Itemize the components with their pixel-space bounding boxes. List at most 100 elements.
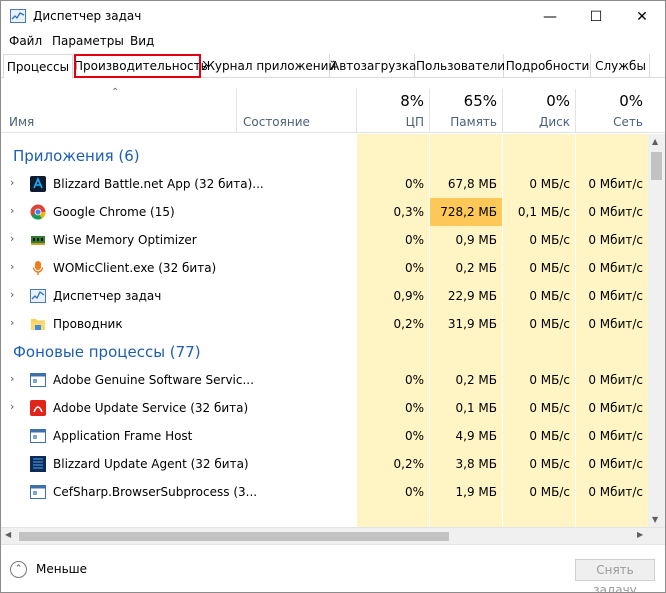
memory-value: 0,2 МБ — [455, 261, 497, 275]
blizzard-agent-icon — [30, 456, 46, 472]
process-row[interactable]: Application Frame Host 0% 4,9 МБ 0 МБ/с 0 Мб… — [1, 422, 648, 450]
network-value: 0 Мбит/с — [588, 373, 643, 387]
tab-users[interactable]: Пользователи — [416, 54, 505, 78]
tab-startup[interactable]: Автозагрузка — [331, 54, 416, 78]
menu-options[interactable]: Параметры — [52, 34, 124, 48]
column-name-label[interactable]: Имя — [9, 115, 34, 129]
expand-chevron-icon[interactable]: › — [10, 204, 14, 217]
expand-chevron-icon[interactable]: › — [10, 232, 14, 245]
process-row[interactable]: Blizzard Update Agent (32 бита) 0,2% 3,8 М… — [1, 450, 648, 478]
scroll-up-icon[interactable]: ▲ — [652, 137, 658, 146]
process-name: Проводник — [53, 317, 123, 331]
expand-chevron-icon[interactable]: › — [10, 260, 14, 273]
disk-value: 0 МБ/с — [529, 317, 570, 331]
network-value: 0 Мбит/с — [588, 485, 643, 499]
column-cpu-label[interactable]: ЦП — [357, 115, 424, 129]
cpu-total: 8% — [400, 92, 424, 110]
vertical-scrollbar[interactable]: ▲ ▼ — [648, 134, 665, 527]
network-value: 0 Мбит/с — [588, 457, 643, 471]
memory-value: 67,8 МБ — [447, 177, 497, 191]
folder-icon — [30, 316, 46, 332]
network-value: 0 Мбит/с — [588, 233, 643, 247]
close-button[interactable]: ✕ — [619, 1, 665, 32]
column-network-label[interactable]: Сеть — [576, 115, 643, 129]
network-value: 0 Мбит/с — [588, 289, 643, 303]
close-icon: ✕ — [636, 8, 648, 25]
scroll-down-icon[interactable]: ▼ — [652, 515, 658, 524]
process-row[interactable]: › Wise Memory Optimizer 0% 0,9 МБ 0 МБ/с 0 Мб… — [1, 226, 648, 254]
memory-value: 3,8 МБ — [455, 457, 497, 471]
expand-chevron-icon[interactable]: › — [10, 372, 14, 385]
group-apps: Приложения (6) — [1, 142, 648, 170]
disk-value: 0 МБ/с — [529, 177, 570, 191]
footer-bar: ⌃ Меньше Снять задачу — [1, 544, 665, 592]
memory-value: 31,9 МБ — [447, 317, 497, 331]
network-total: 0% — [619, 92, 643, 110]
process-row[interactable]: › Adobe Genuine Software Servic... 0% 0,2 М… — [1, 366, 648, 394]
memory-total: 65% — [463, 92, 497, 110]
task-manager-icon — [30, 288, 46, 304]
disk-value: 0 МБ/с — [529, 261, 570, 275]
service-window-icon — [30, 428, 46, 444]
menu-file[interactable]: Файл — [9, 34, 42, 48]
disk-value: 0 МБ/с — [529, 401, 570, 415]
process-row[interactable]: › Диспетчер задач 0,9% 22,9 МБ 0 МБ/с 0 Мбит/… — [1, 282, 648, 310]
group-label: Фоновые процессы (77) — [13, 343, 201, 361]
tab-performance[interactable]: Производительность — [74, 54, 208, 78]
sort-ascending-icon[interactable]: ⌃ — [111, 87, 119, 98]
expand-chevron-icon[interactable]: › — [10, 176, 14, 189]
column-divider[interactable] — [236, 89, 237, 133]
column-disk-label[interactable]: Диск — [503, 115, 570, 129]
cpu-value: 0,9% — [393, 289, 425, 303]
tab-strip: Процессы Производительность Журнал прило… — [1, 54, 665, 79]
process-row[interactable]: › Google Chrome (15) 0,3% 728,2 МБ 0,1 МБ/с 0… — [1, 198, 648, 226]
tab-details[interactable]: Подробности — [505, 54, 591, 78]
column-memory-label[interactable]: Память — [430, 115, 497, 129]
title-bar[interactable]: Диспетчер задач — ☐ ✕ — [1, 1, 665, 32]
tab-processes[interactable]: Процессы — [3, 54, 73, 79]
process-name: Wise Memory Optimizer — [53, 233, 197, 247]
process-row[interactable]: › Проводник 0,2% 31,9 МБ 0 МБ/с 0 Мбит/с — [1, 310, 648, 338]
expand-chevron-icon[interactable]: › — [10, 288, 14, 301]
chevron-up-circle-icon[interactable]: ⌃ — [10, 561, 27, 578]
memory-value: 728,2 МБ — [440, 205, 497, 219]
scroll-left-icon[interactable]: ◀ — [5, 530, 11, 539]
end-task-button[interactable]: Снять задачу — [575, 559, 655, 592]
process-row[interactable]: › Adobe Update Service (32 бита) 0% 0,1 МБ 0… — [1, 394, 648, 422]
process-row[interactable]: › WOMicClient.exe (32 бита) 0% 0,2 МБ 0 МБ/с… — [1, 254, 648, 282]
process-row[interactable]: › Blizzard Battle.net App (32 бита)... 0% 6… — [1, 170, 648, 198]
window-title: Диспетчер задач — [33, 9, 142, 23]
column-status-label[interactable]: Состояние — [243, 115, 310, 129]
minimize-button[interactable]: — — [527, 1, 573, 32]
minimize-icon: — — [543, 8, 557, 25]
group-label: Приложения (6) — [13, 147, 140, 165]
network-value: 0 Мбит/с — [588, 429, 643, 443]
network-value: 0 Мбит/с — [588, 401, 643, 415]
horizontal-scroll-thumb[interactable] — [19, 532, 449, 541]
tab-app-history[interactable]: Журнал приложений — [202, 54, 336, 78]
maximize-button[interactable]: ☐ — [573, 1, 619, 32]
memory-value: 0,9 МБ — [455, 233, 497, 247]
service-window-icon — [30, 372, 46, 388]
network-value: 0 Мбит/с — [588, 317, 643, 331]
expand-chevron-icon[interactable]: › — [10, 400, 14, 413]
fewer-details-link[interactable]: Меньше — [36, 562, 87, 576]
horizontal-scrollbar[interactable]: ◀ ▶ — [1, 527, 665, 544]
disk-value: 0,1 МБ/с — [517, 205, 570, 219]
service-window-icon — [30, 484, 46, 500]
memory-chip-icon — [30, 232, 46, 248]
expand-chevron-icon[interactable]: › — [10, 316, 14, 329]
cpu-value: 0,3% — [393, 205, 425, 219]
cpu-value: 0,2% — [393, 317, 425, 331]
process-row[interactable]: CefSharp.BrowserSubprocess (3... 0% 1,9 МБ… — [1, 478, 648, 506]
cpu-value: 0% — [404, 261, 424, 275]
process-list: Приложения (6) › Blizzard Battle.net App (… — [1, 134, 648, 527]
tab-services[interactable]: Службы — [592, 54, 650, 78]
scroll-right-icon[interactable]: ▶ — [637, 530, 643, 539]
cpu-value: 0,2% — [393, 457, 425, 471]
vertical-scroll-thumb[interactable] — [651, 152, 662, 180]
disk-value: 0 МБ/с — [529, 457, 570, 471]
network-value: 0 Мбит/с — [588, 177, 643, 191]
menu-view[interactable]: Вид — [130, 34, 154, 48]
cpu-value: 0% — [404, 485, 424, 499]
